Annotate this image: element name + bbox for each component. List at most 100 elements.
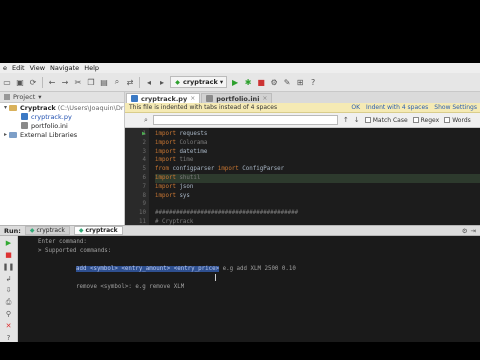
search-icon: ⌕ [144,115,148,124]
run-config-select[interactable]: ◆ cryptrack ▾ [170,76,228,88]
project-pane: Project ▾ ▾ Cryptrack (C:\Users\Joaquin\… [0,92,125,225]
close-icon[interactable]: ✕ [4,322,13,331]
console-line-add: add <symbol> <entry_amount> <entry_price… [38,265,480,274]
library-icon [9,131,17,138]
run-tab-label: cryptrack [85,227,118,234]
code-line: from configparser import ConfigParser [155,166,285,173]
run-tab-2[interactable]: ◆ cryptrack [73,226,123,235]
menu-navigate[interactable]: Navigate [50,64,79,72]
expand-arrow-icon[interactable]: ▸ [2,131,9,138]
stop-icon[interactable]: ■ [256,77,266,87]
code-line: import datetime [155,148,208,155]
toolbar-divider [42,76,43,88]
back-icon[interactable]: ← [47,77,57,87]
expand-arrow-icon[interactable]: ▾ [2,104,9,111]
tab-cryptrack[interactable]: cryptrack.py × [126,93,201,103]
replace-icon[interactable]: ⇄ [125,77,135,87]
find-input[interactable] [153,115,338,125]
structure-icon[interactable]: ⊞ [295,77,305,87]
stop-icon[interactable]: ■ [4,251,13,260]
editor-tabs: cryptrack.py × portfolio.ini × [125,92,480,103]
run-console[interactable]: Enter command: > Supported commands: add… [18,236,480,342]
soft-wrap-icon[interactable]: ↲ [4,274,13,283]
project-view-icon [4,94,10,100]
run-panel-header: Run: ◆ cryptrack ◆ cryptrack ⚙ ⇥ [0,225,480,236]
find-icon[interactable]: ⌕ [112,77,122,87]
match-case-label: Match Case [372,116,408,124]
run-tab-1[interactable]: ◆ cryptrack [24,226,70,235]
banner-indent-link[interactable]: Indent with 4 spaces [366,104,428,111]
cut-icon[interactable]: ✂ [73,77,83,87]
tab-label: portfolio.ini [216,94,260,103]
toolbar-divider [139,76,140,88]
tree-root-path: (C:\Users\Joaquin\Dr [57,103,124,112]
help-icon[interactable]: ? [308,77,318,87]
project-header[interactable]: Project ▾ [0,92,124,103]
code-line: # Cryptrack [155,218,194,225]
code-editor[interactable]: 1 2 3 4 5 6 7 8 9 10 11 ▶ import request… [125,128,480,225]
checkbox-box [364,117,371,123]
run-panel-tools: ⚙ ⇥ [462,227,480,235]
save-icon[interactable]: ▣ [15,77,25,87]
line-number: 9 [142,201,147,208]
line-number: 10 [139,210,146,217]
python-file-icon [131,95,138,102]
run-icon[interactable]: ▶ [230,77,240,87]
scroll-end-icon[interactable]: ⇩ [4,286,13,295]
run-side-toolbar: ▶ ■ ❚❚ ↲ ⇩ ⎙ ⚲ ✕ ? [0,236,18,342]
hide-panel-icon[interactable]: ⇥ [471,227,476,235]
help-icon[interactable]: ? [4,333,13,342]
code-line: ########################################… [155,210,299,217]
sync-icon[interactable]: ⟳ [28,77,38,87]
run-gutter-icon[interactable]: ▶ [142,130,146,137]
tree-file-portfolio[interactable]: portfolio.ini [0,121,124,130]
rerun-icon[interactable]: ▶ [4,239,13,248]
line-number: 3 [142,148,147,155]
arrow-up-icon[interactable]: ↑ [343,116,349,124]
banner-settings-link[interactable]: Show Settings [434,104,477,111]
banner-ok-link[interactable]: OK [351,104,360,111]
line-number: 7 [142,183,147,190]
regex-checkbox[interactable]: Regex [412,117,439,124]
paste-icon[interactable]: ▤ [99,77,109,87]
debug-icon[interactable]: ✱ [243,77,253,87]
menu-bar: e Edit View Navigate Help [0,63,480,73]
ini-file-icon [21,122,28,129]
menu-view[interactable]: View [30,64,45,72]
tree-file-cryptrack[interactable]: cryptrack.py [0,112,124,121]
line-number: 4 [142,157,147,164]
build-icon[interactable]: ⚙ [269,77,279,87]
match-case-checkbox[interactable]: Match Case [364,116,408,124]
nav-back-icon[interactable]: ◂ [144,77,154,87]
line-gutter: 1 2 3 4 5 6 7 8 9 10 11 [125,128,149,225]
line-number: 5 [142,166,147,173]
print-icon[interactable]: ⎙ [4,298,13,307]
arrow-down-icon[interactable]: ↓ [354,116,360,124]
settings-icon[interactable]: ✎ [282,77,292,87]
close-icon[interactable]: × [262,95,267,102]
words-checkbox[interactable]: Words [444,117,471,124]
chevron-down-icon: ▾ [219,78,224,86]
tree-root[interactable]: ▾ Cryptrack (C:\Users\Joaquin\Dr [0,103,124,112]
menu-file[interactable]: e [3,64,7,72]
console-line: Enter command: [38,239,87,245]
gear-icon[interactable]: ⚙ [462,227,468,235]
line-number: 8 [142,192,147,199]
indent-warning-banner: This file is indented with tabs instead … [125,103,480,113]
project-header-label: Project [13,93,36,101]
forward-icon[interactable]: → [60,77,70,87]
copy-icon[interactable]: ❐ [86,77,96,87]
console-line-empty [38,274,480,283]
nav-forward-icon[interactable]: ▸ [157,77,167,87]
pin-icon[interactable]: ⚲ [4,310,13,319]
toolbar: ▭ ▣ ⟳ ← → ✂ ❐ ▤ ⌕ ⇄ ◂ ▸ ◆ cryptrack ▾ ▶ … [0,73,480,92]
folder-open-icon[interactable]: ▭ [2,77,12,87]
menu-edit[interactable]: Edit [12,64,25,72]
tree-external-libraries[interactable]: ▸ External Libraries [0,130,124,139]
pause-icon[interactable]: ❚❚ [3,263,15,272]
menu-help[interactable]: Help [84,64,99,72]
console-text: e.g add XLM 2500 0.10 [219,266,296,272]
python-icon: ◆ [29,227,35,234]
tab-portfolio[interactable]: portfolio.ini × [201,93,273,103]
close-icon[interactable]: × [190,95,195,102]
